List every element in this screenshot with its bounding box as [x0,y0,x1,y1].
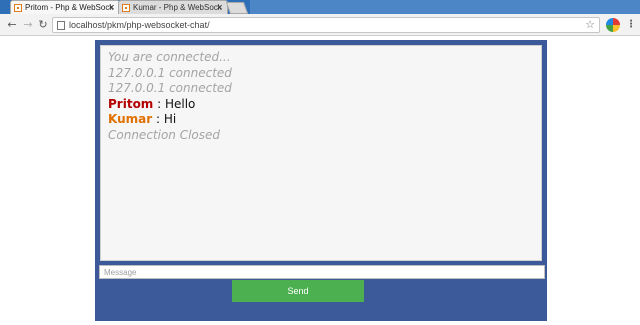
tab-title: Pritom - Php & WebSock [25,3,114,12]
chat-username: Pritom [108,96,154,111]
page-favicon-icon [14,4,22,12]
address-bar[interactable]: localhost/pkm/php-websocket-chat/ ☆ [52,17,600,33]
send-button[interactable]: Send [232,280,364,302]
close-icon[interactable]: ✕ [108,3,115,12]
page-viewport: You are connected... 127.0.0.1 connected… [0,37,640,325]
chat-text: Hi [163,112,177,126]
chat-separator: : [152,112,164,126]
message-input[interactable] [99,265,545,279]
chat-message-system: Connection Closed [108,127,221,142]
url-text[interactable]: localhost/pkm/php-websocket-chat/ [69,20,210,30]
chat-message-user: Kumar : Hi [108,112,534,128]
new-tab-button[interactable] [225,2,249,14]
forward-arrow-icon[interactable]: → [22,19,34,31]
kebab-menu-icon[interactable]: ⋮ [626,18,636,32]
tab-pritom[interactable]: Pritom - Php & WebSock ✕ [10,0,120,14]
titlebar-background [250,0,640,14]
chat-panel: You are connected... 127.0.0.1 connected… [95,40,547,321]
back-arrow-icon[interactable]: ← [6,19,18,31]
tab-title: Kumar - Php & WebSock [133,3,222,12]
extension-icon[interactable] [606,18,620,32]
chat-log[interactable]: You are connected... 127.0.0.1 connected… [100,45,542,261]
page-favicon-icon [122,4,130,12]
chat-text: Hello [164,96,196,111]
close-icon[interactable]: ✕ [216,3,223,12]
chat-message-user: Pritom : Hello [108,97,534,113]
chat-username: Kumar [108,112,153,126]
chat-separator: : [153,96,165,111]
tab-kumar[interactable]: Kumar - Php & WebSock ✕ [118,0,228,14]
browser-toolbar: ← → ↻ localhost/pkm/php-websocket-chat/ … [0,14,640,36]
chat-message-system: You are connected... [108,50,231,64]
page-info-icon[interactable] [57,21,65,30]
reload-icon[interactable]: ↻ [37,19,49,31]
star-icon[interactable]: ☆ [585,18,595,31]
chat-message-system: 127.0.0.1 connected [108,81,232,95]
chat-message-system: 127.0.0.1 connected [108,65,232,80]
